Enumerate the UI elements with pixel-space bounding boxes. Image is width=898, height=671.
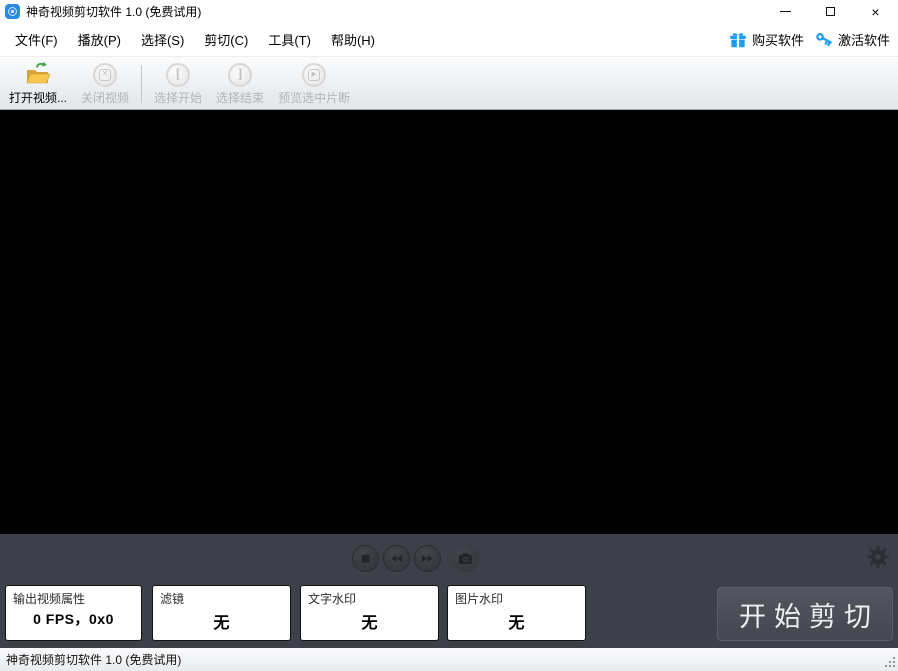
open-video-button[interactable]: 打开视频... (2, 59, 74, 109)
start-cut-button[interactable]: 开始剪切 (717, 587, 893, 641)
close-video-button[interactable]: × 关闭视频 (74, 59, 136, 109)
minimize-button[interactable] (763, 0, 808, 23)
menu-cut[interactable]: 剪切(C) (197, 26, 255, 53)
close-video-icon: × (93, 61, 117, 88)
menu-play[interactable]: 播放(P) (71, 26, 128, 53)
rewind-button[interactable] (383, 545, 410, 572)
titlebar: 神奇视频剪切软件 1.0 (免费试用) × (0, 0, 898, 23)
snapshot-button[interactable] (452, 545, 479, 572)
toolbar-separator (141, 65, 142, 103)
stop-icon (353, 545, 378, 572)
video-display (0, 110, 898, 534)
window-title: 神奇视频剪切软件 1.0 (免费试用) (26, 3, 201, 20)
snapshot-icon (452, 545, 479, 572)
filter-label: 滤镜 (153, 586, 290, 607)
menubar: 文件(F) 播放(P) 选择(S) 剪切(C) 工具(T) 帮助(H) 购买软件 (0, 23, 898, 57)
image-watermark-label: 图片水印 (448, 586, 585, 607)
preview-selection-icon: ▶ (302, 61, 326, 88)
gear-icon (866, 545, 890, 569)
select-end-icon: ] (228, 61, 252, 88)
image-watermark-value: 无 (448, 609, 585, 633)
select-start-button[interactable]: [ 选择开始 (147, 59, 209, 109)
fast-forward-icon (415, 545, 440, 572)
app-window: 神奇视频剪切软件 1.0 (免费试用) × 文件(F) 播放(P) 选择(S) … (0, 0, 898, 671)
menu-help[interactable]: 帮助(H) (324, 26, 382, 53)
filter-value: 无 (153, 609, 290, 633)
close-button[interactable]: × (853, 0, 898, 23)
open-video-folder-icon (24, 61, 52, 88)
app-icon (5, 4, 20, 19)
select-end-label: 选择结束 (216, 89, 264, 106)
maximize-icon (826, 7, 835, 16)
preview-selection-label: 预览选中片断 (278, 89, 350, 106)
select-start-label: 选择开始 (154, 89, 202, 106)
rewind-icon (384, 545, 409, 572)
toolbar: 打开视频... × 关闭视频 [ 选择开始 ] 选择结束 ▶ 预览选中片断 (0, 57, 898, 110)
fast-forward-button[interactable] (414, 545, 441, 572)
text-watermark-panel[interactable]: 文字水印 无 (300, 585, 439, 641)
output-properties-label: 输出视频属性 (6, 586, 141, 607)
select-start-icon: [ (166, 61, 190, 88)
minimize-icon (780, 11, 791, 12)
menu-tools[interactable]: 工具(T) (261, 26, 318, 53)
key-icon (814, 30, 834, 50)
open-video-label: 打开视频... (9, 89, 67, 106)
buy-software-label: 购买软件 (752, 30, 804, 49)
activate-software-button[interactable]: 激活软件 (814, 30, 890, 50)
close-icon: × (871, 5, 879, 19)
menu-select[interactable]: 选择(S) (134, 26, 191, 53)
menu-file[interactable]: 文件(F) (8, 26, 65, 53)
close-video-label: 关闭视频 (81, 89, 129, 106)
statusbar: 神奇视频剪切软件 1.0 (免费试用) (0, 648, 898, 671)
resize-grip-icon[interactable] (884, 657, 895, 668)
text-watermark-label: 文字水印 (301, 586, 438, 607)
settings-button[interactable] (866, 545, 890, 569)
window-controls: × (763, 0, 898, 23)
select-end-button[interactable]: ] 选择结束 (209, 59, 271, 109)
activate-software-label: 激活软件 (838, 30, 890, 49)
maximize-button[interactable] (808, 0, 853, 23)
text-watermark-value: 无 (301, 609, 438, 633)
transport-controls (352, 545, 479, 572)
output-properties-value: 0 FPS，0x0 (6, 609, 141, 629)
gift-icon (728, 30, 748, 50)
output-properties-panel[interactable]: 输出视频属性 0 FPS，0x0 (5, 585, 142, 641)
preview-selection-button[interactable]: ▶ 预览选中片断 (271, 59, 357, 109)
filter-panel[interactable]: 滤镜 无 (152, 585, 291, 641)
bottom-panel: 输出视频属性 0 FPS，0x0 滤镜 无 文字水印 无 图片水印 无 开始剪切 (0, 534, 898, 648)
buy-software-button[interactable]: 购买软件 (728, 30, 804, 50)
status-text: 神奇视频剪切软件 1.0 (免费试用) (6, 651, 181, 668)
image-watermark-panel[interactable]: 图片水印 无 (447, 585, 586, 641)
stop-button[interactable] (352, 545, 379, 572)
